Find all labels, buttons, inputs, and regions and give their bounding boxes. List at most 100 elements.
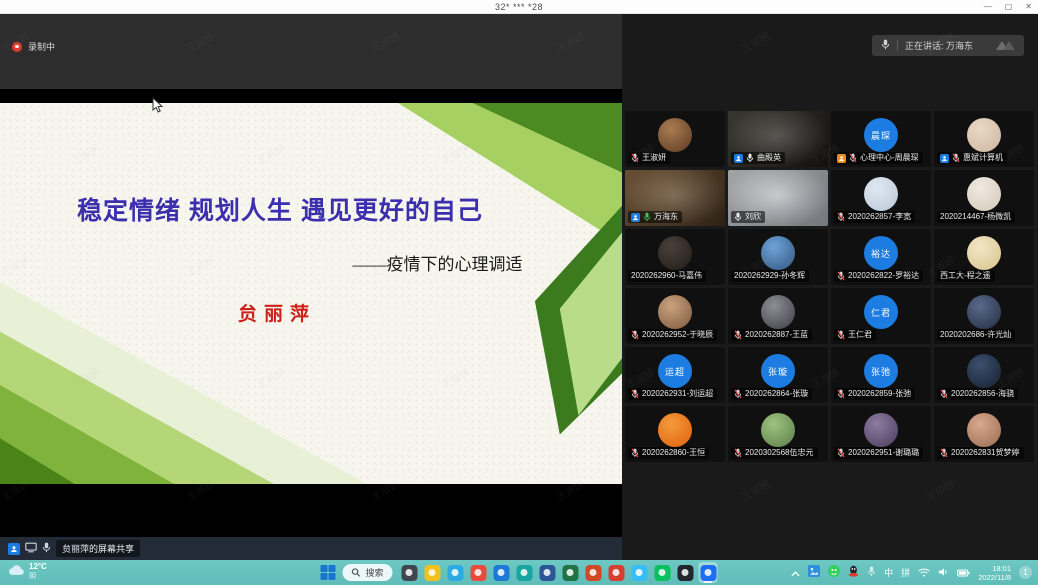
participant-namebar: 2020262864-张璇 xyxy=(731,388,812,400)
participant-tile[interactable]: 仁君王仁君 xyxy=(831,288,931,344)
ime-mode-indicator[interactable]: 拼 xyxy=(901,566,910,579)
tray-overflow-chevron-icon[interactable] xyxy=(791,569,800,579)
edge-browser-icon xyxy=(447,565,463,581)
mail-app-icon xyxy=(493,565,509,581)
participant-namebar: 惠斌计算机 xyxy=(937,152,1007,164)
participant-name: 刘欣 xyxy=(745,212,761,222)
powerpoint-icon[interactable] xyxy=(584,562,603,583)
photos-tray-icon[interactable] xyxy=(808,564,820,582)
participant-tile[interactable]: 2020262929-孙冬辉 xyxy=(728,229,828,285)
participant-tile[interactable]: 2020302568伍忠元 xyxy=(728,406,828,462)
participant-tile[interactable]: 张弛2020262859-张弛 xyxy=(831,347,931,403)
mic-status-icon xyxy=(631,330,639,340)
excel-icon[interactable] xyxy=(561,562,580,583)
participant-tile[interactable]: 2020202686-许光灿 xyxy=(934,288,1034,344)
share-status-label: 贠丽萍的屏幕共享 xyxy=(56,540,140,557)
participant-tile[interactable]: 万海东 xyxy=(625,170,725,226)
mic-muted-icon xyxy=(631,330,639,340)
battery-icon[interactable] xyxy=(957,564,970,582)
participant-namebar: 2020214467-杨微凯 xyxy=(937,211,1015,223)
recording-label: 录制中 xyxy=(28,40,55,53)
participant-tile[interactable]: 裕达2020262822-罗裕达 xyxy=(831,229,931,285)
participant-name: 2020262856-海骁 xyxy=(951,389,1014,399)
avatar xyxy=(864,177,898,211)
participant-tile[interactable]: 曲殿英 xyxy=(728,111,828,167)
participant-name: 2020302568伍忠元 xyxy=(745,448,814,458)
presentation-slide: 稳定情绪 规划人生 遇见更好的自己 ——疫情下的心理调适 贠丽萍 xyxy=(0,103,622,484)
mic-muted-icon xyxy=(837,389,845,399)
participant-tile[interactable]: 2020262960-马嘉伟 xyxy=(625,229,725,285)
recording-indicator[interactable]: 录制中 xyxy=(12,40,55,53)
netease-music-icon[interactable] xyxy=(607,562,626,583)
taskbar-clock[interactable]: 18:01 2022/11/8 xyxy=(978,564,1011,582)
participant-tile[interactable]: 2020262887-王蓝 xyxy=(728,288,828,344)
ime-language-indicator[interactable]: 中 xyxy=(884,566,893,579)
participant-namebar: 2020262831贺梦婷 xyxy=(937,447,1024,459)
volume-icon[interactable] xyxy=(938,564,949,582)
word-icon[interactable] xyxy=(538,562,557,583)
participant-tile[interactable]: 运超2020262931-刘运超 xyxy=(625,347,725,403)
participant-tile[interactable]: 张璇2020262864-张璇 xyxy=(728,347,828,403)
mic-status-icon xyxy=(734,389,742,399)
participant-tile[interactable]: 2020262857-李宽 xyxy=(831,170,931,226)
participant-tile[interactable]: 2020262831贺梦婷 xyxy=(934,406,1034,462)
mic-muted-icon xyxy=(940,389,948,399)
minimize-button[interactable]: — xyxy=(984,3,992,11)
wechat-icon xyxy=(654,565,670,581)
participant-tile[interactable]: 王淑妍 xyxy=(625,111,725,167)
qq-icon[interactable] xyxy=(676,562,695,583)
participant-tile[interactable]: 晨琛心理中心-周晨琛 xyxy=(831,111,931,167)
mic-muted-icon xyxy=(631,448,639,458)
participant-tile[interactable]: 2020214467-杨微凯 xyxy=(934,170,1034,226)
participant-tile[interactable]: 2020262860-王恒 xyxy=(625,406,725,462)
active-speaker-banner: 正在讲话: 万海东 xyxy=(872,35,1024,56)
divider xyxy=(897,40,898,51)
start-button[interactable] xyxy=(320,565,335,580)
search-input[interactable]: 搜索 xyxy=(342,564,392,581)
avatar xyxy=(967,295,1001,329)
mail-app-icon[interactable] xyxy=(492,562,511,583)
taskbar-center: 搜索 xyxy=(320,560,717,585)
participant-namebar: 2020262860-王恒 xyxy=(628,447,709,459)
participant-namebar: 万海东 xyxy=(628,211,682,223)
dingtalk-icon[interactable] xyxy=(630,562,649,583)
avatar xyxy=(967,413,1001,447)
avatar: 仁君 xyxy=(864,295,898,329)
participant-tile[interactable]: 2020262952-于晓辰 xyxy=(625,288,725,344)
task-view-icon[interactable] xyxy=(400,562,419,583)
edge-browser-icon[interactable] xyxy=(446,562,465,583)
window-controls: — ▢ ✕ xyxy=(984,0,1032,14)
presenter-mic-icon xyxy=(42,540,51,558)
participant-namebar: 2020262856-海骁 xyxy=(937,388,1018,400)
file-explorer-icon[interactable] xyxy=(423,562,442,583)
taskbar-apps xyxy=(400,562,718,583)
avatar: 张弛 xyxy=(864,354,898,388)
share-status-bar: 贠丽萍的屏幕共享 xyxy=(0,537,622,560)
participant-tile[interactable]: 西工大-程之遥 xyxy=(934,229,1034,285)
wechat-icon[interactable] xyxy=(653,562,672,583)
participant-tile[interactable]: 惠斌计算机 xyxy=(934,111,1034,167)
participant-name: 2020262859-张弛 xyxy=(848,389,911,399)
chrome-browser-icon[interactable] xyxy=(469,562,488,583)
wechat-tray-icon[interactable] xyxy=(828,564,840,582)
qq-tray-icon[interactable] xyxy=(848,564,859,582)
participant-tile[interactable]: 2020262856-海骁 xyxy=(934,347,1034,403)
participant-namebar: 2020262952-于晓辰 xyxy=(628,329,717,341)
wifi-icon[interactable] xyxy=(918,564,930,582)
avatar: 运超 xyxy=(658,354,692,388)
weather-widget[interactable]: 12°C 阴 xyxy=(8,562,47,581)
participant-namebar: 2020262951-谢璐璐 xyxy=(834,447,923,459)
recording-icon xyxy=(12,42,22,52)
participant-namebar: 2020262887-王蓝 xyxy=(731,329,812,341)
close-button[interactable]: ✕ xyxy=(1025,3,1032,11)
participant-namebar: 西工大-程之遥 xyxy=(937,270,995,282)
store-app-icon[interactable] xyxy=(515,562,534,583)
mic-status-icon xyxy=(849,153,857,163)
participant-tile[interactable]: 刘欣 xyxy=(728,170,828,226)
notification-count-badge[interactable]: 1 xyxy=(1019,566,1032,579)
mic-tray-icon[interactable] xyxy=(867,564,876,582)
active-speaker-label: 正在讲话: 万海东 xyxy=(905,39,973,52)
meeting-app-icon[interactable] xyxy=(699,562,718,583)
maximize-button[interactable]: ▢ xyxy=(1005,3,1013,11)
participant-tile[interactable]: 2020262951-谢璐璐 xyxy=(831,406,931,462)
